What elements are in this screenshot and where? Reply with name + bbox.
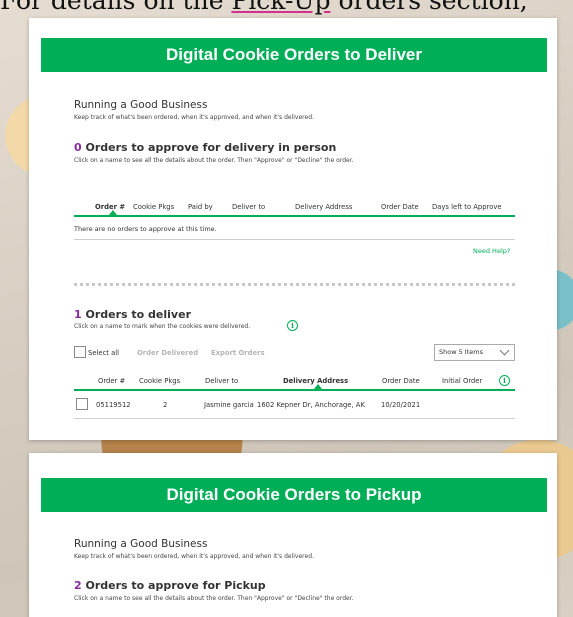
approve-delivery-count: 0 — [74, 141, 82, 154]
col-paid-by[interactable]: Paid by — [188, 203, 213, 211]
banner-text-after: orders section, — [330, 0, 528, 15]
col-order-date[interactable]: Order Date — [382, 377, 420, 385]
intro-title: Running a Good Business — [74, 538, 208, 550]
approve-delivery-title: Orders to approve for delivery in person — [85, 141, 337, 154]
table-header-line — [74, 215, 515, 217]
approve-pickup-count: 2 — [74, 579, 82, 592]
col-cookie-pkgs[interactable]: Cookie Pkgs — [139, 377, 180, 385]
col-order-date[interactable]: Order Date — [381, 203, 419, 211]
intro-subtitle: Keep track of what's been ordered, when … — [74, 553, 314, 560]
orders-deliver-count: 1 — [74, 308, 82, 321]
deliver-card-header: Digital Cookie Orders to Deliver — [41, 38, 547, 72]
need-help-link[interactable]: Need Help? — [473, 247, 510, 255]
row-address: 1602 Kepner Dr, Anchorage, AK — [257, 401, 365, 409]
col-delivery-address[interactable]: Delivery Address — [295, 203, 352, 211]
row-divider — [74, 418, 515, 419]
select-all-checkbox[interactable] — [74, 346, 86, 358]
row-cookie-pkgs: 2 — [163, 401, 168, 409]
col-deliver-to[interactable]: Deliver to — [205, 377, 238, 385]
approve-pickup-heading: 2 Orders to approve for Pickup — [74, 579, 266, 592]
col-deliver-to[interactable]: Deliver to — [232, 203, 265, 211]
pickup-orders-card: Digital Cookie Orders to Pickup Running … — [29, 453, 557, 617]
order-delivered-button[interactable]: Order Delivered — [137, 349, 198, 357]
banner-text-before: For details on the — [0, 0, 232, 15]
info-circle-icon[interactable]: i — [287, 320, 298, 331]
row-deliver-to[interactable]: Jasmine garcia — [204, 401, 254, 409]
col-order-number[interactable]: Order # — [98, 377, 125, 385]
orders-deliver-subtitle: Click on a name to mark when the cookies… — [74, 323, 251, 330]
intro-title: Running a Good Business — [74, 99, 208, 111]
approve-pickup-title: Orders to approve for Pickup — [85, 579, 266, 592]
info-circle-icon[interactable]: i — [499, 375, 510, 386]
row-checkbox[interactable] — [76, 398, 88, 410]
banner-text-underlined: Pick-Up — [231, 0, 331, 15]
col-initial-order[interactable]: Initial Order — [442, 377, 482, 385]
row-order-number: 05119512 — [96, 401, 131, 409]
orders-deliver-title: Orders to deliver — [85, 308, 192, 321]
approve-delivery-heading: 0 Orders to approve for delivery in pers… — [74, 141, 336, 154]
table-header-line — [74, 389, 515, 391]
col-days-left[interactable]: Days left to Approve — [432, 203, 502, 211]
col-cookie-pkgs[interactable]: Cookie Pkgs — [133, 203, 174, 211]
pickup-card-header: Digital Cookie Orders to Pickup — [41, 478, 547, 512]
select-all-label[interactable]: Select all — [88, 349, 119, 357]
divider-line — [74, 239, 515, 240]
export-orders-button[interactable]: Export Orders — [211, 349, 265, 357]
row-order-date: 10/20/2021 — [381, 401, 421, 409]
show-items-value: Show 5 Items — [439, 348, 483, 356]
approve-delivery-subtitle: Click on a name to see all the details a… — [74, 157, 354, 164]
orders-deliver-heading: 1 Orders to deliver — [74, 308, 191, 321]
intro-subtitle: Keep track of what's been ordered, when … — [74, 114, 314, 121]
section-separator — [74, 283, 515, 286]
deliver-orders-card: Digital Cookie Orders to Deliver Running… — [29, 18, 557, 440]
no-orders-text: There are no orders to approve at this t… — [74, 225, 217, 233]
approve-pickup-subtitle: Click on a name to see all the details a… — [74, 595, 354, 602]
